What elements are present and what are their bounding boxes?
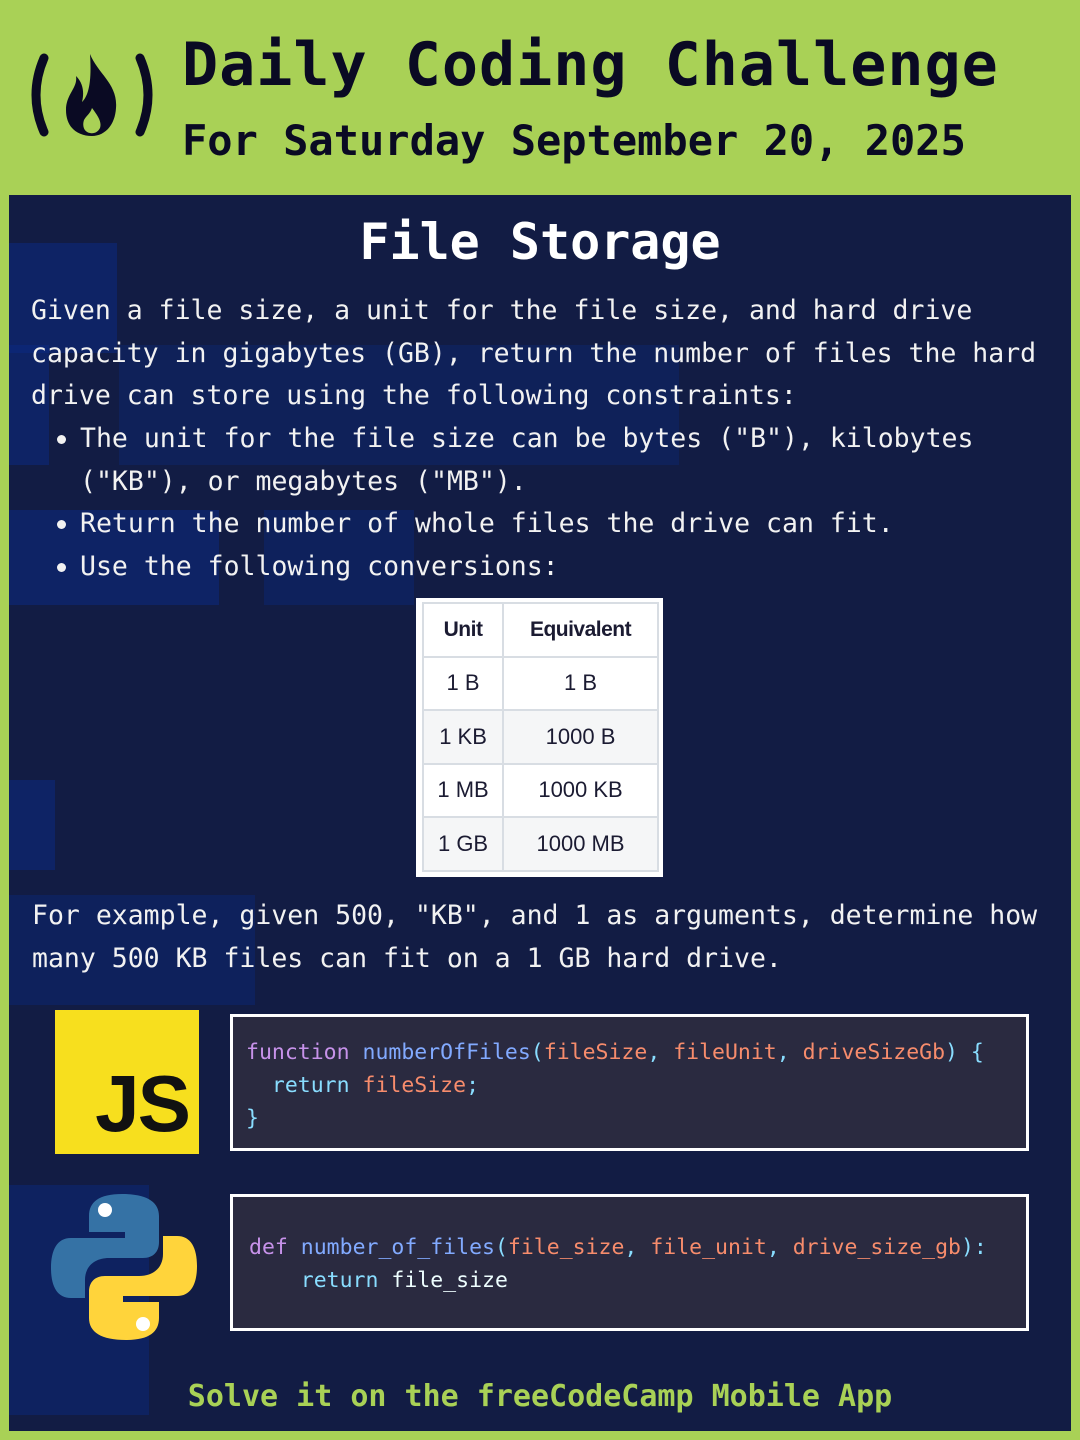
code-param: fileSize [543, 1040, 648, 1065]
code-keyword: def [249, 1235, 288, 1260]
code-keyword: function [246, 1040, 350, 1065]
table-cell: 1000 KB [502, 762, 659, 818]
code-param: drive_size_gb [792, 1235, 961, 1260]
table-row: 1 MB 1000 KB [421, 762, 659, 818]
code-keyword: return [300, 1268, 379, 1293]
code-param: file_unit [650, 1235, 767, 1260]
table-cell: 1 B [502, 655, 659, 711]
table-cell: 1000 MB [502, 816, 659, 872]
code-function-name: number_of_files [300, 1235, 495, 1260]
table-header-row: Unit Equivalent [421, 602, 659, 658]
conversion-table: Unit Equivalent 1 B 1 B 1 KB 1000 B 1 MB… [416, 598, 663, 877]
table-cell: 1 KB [421, 709, 505, 765]
page-title: Daily Coding Challenge [182, 30, 999, 100]
constraint-list: The unit for the file size can be bytes … [57, 418, 1057, 588]
list-item: The unit for the file size can be bytes … [57, 418, 1057, 503]
challenge-description: Given a file size, a unit for the file s… [31, 295, 1037, 411]
code-param: driveSizeGb [802, 1040, 946, 1065]
python-code-block: def number_of_files(file_size, file_unit… [230, 1194, 1029, 1331]
table-row: 1 KB 1000 B [421, 709, 659, 765]
table-row: 1 GB 1000 MB [421, 816, 659, 872]
table-cell: 1 B [421, 655, 505, 711]
challenge-date: For Saturday September 20, 2025 [182, 116, 966, 165]
table-cell: 1 MB [421, 762, 505, 818]
column-header: Equivalent [502, 602, 659, 658]
challenge-title: File Storage [359, 213, 721, 271]
column-header: Unit [421, 602, 505, 658]
table-row: 1 B 1 B [421, 655, 659, 711]
javascript-logo: JS [55, 1010, 199, 1154]
table-cell: 1000 B [502, 709, 659, 765]
list-item: Return the number of whole files the dri… [57, 503, 1057, 546]
example-text: For example, given 500, "KB", and 1 as a… [32, 900, 1038, 974]
freecodecamp-flame-icon [31, 53, 153, 137]
code-param: file_size [507, 1235, 625, 1260]
background-decoration [9, 780, 55, 870]
challenge-panel: File Storage Given a file size, a unit f… [9, 195, 1071, 1431]
code-keyword: return [271, 1073, 350, 1098]
code-param: fileUnit [673, 1040, 777, 1065]
python-logo [51, 1194, 197, 1340]
code-return-value: file_size [391, 1268, 508, 1293]
footer-cta: Solve it on the freeCodeCamp Mobile App [187, 1379, 893, 1414]
code-return-value: fileSize [362, 1073, 467, 1098]
header-banner: Daily Coding Challenge For Saturday Sept… [0, 0, 1080, 195]
table-cell: 1 GB [421, 816, 505, 872]
javascript-code-block: function numberOfFiles(fileSize, fileUni… [230, 1014, 1029, 1151]
list-item: Use the following conversions: [57, 546, 1057, 589]
code-function-name: numberOfFiles [362, 1040, 531, 1065]
js-logo-text: JS [95, 1059, 191, 1148]
